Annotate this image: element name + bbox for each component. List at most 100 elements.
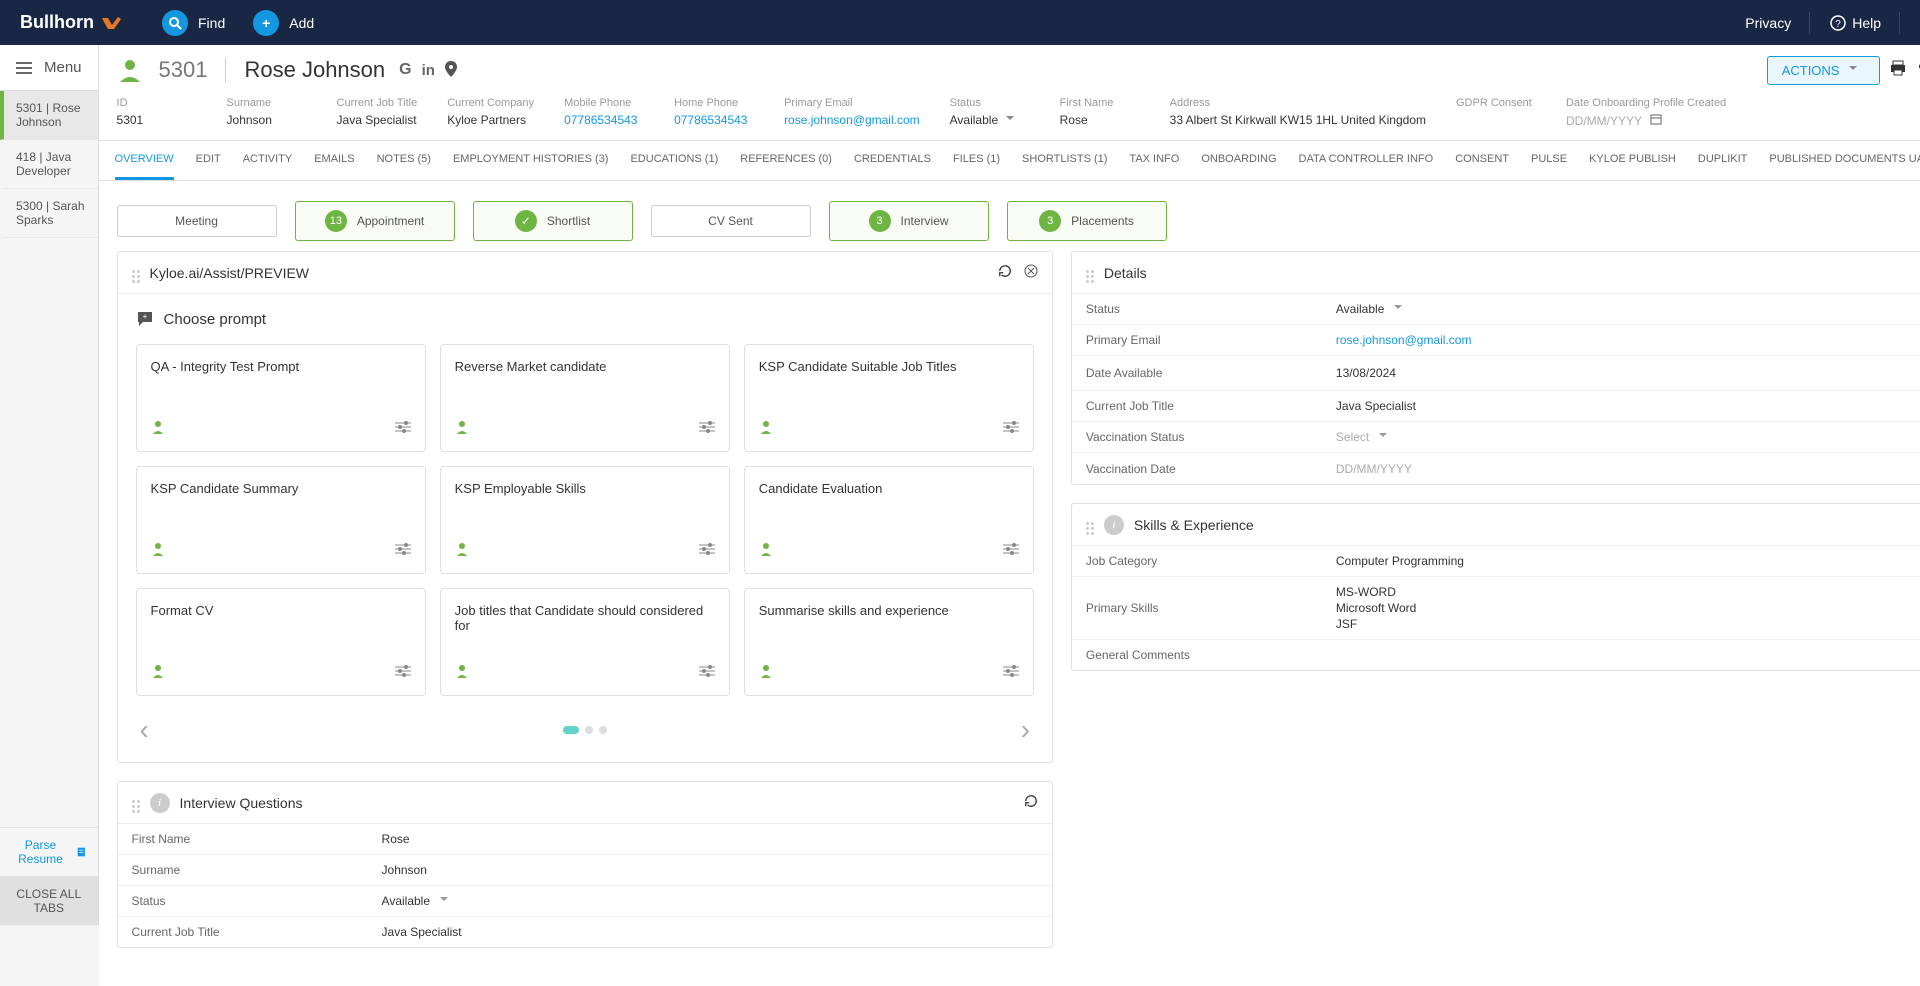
prompt-card[interactable]: Reverse Market candidate	[440, 344, 730, 452]
drag-handle-icon[interactable]	[1086, 514, 1094, 535]
kv-row[interactable]: StatusAvailable	[1072, 294, 1920, 325]
tab-employment[interactable]: EMPLOYMENT HISTORIES (3)	[453, 141, 608, 180]
tab-data-controller[interactable]: DATA CONTROLLER INFO	[1299, 141, 1434, 180]
prompt-card[interactable]: KSP Candidate Summary	[136, 466, 426, 574]
sliders-icon[interactable]	[1003, 543, 1019, 558]
drag-handle-icon[interactable]	[1086, 262, 1094, 283]
prompt-card[interactable]: QA - Integrity Test Prompt	[136, 344, 426, 452]
find-button[interactable]: Find	[162, 10, 225, 36]
location-icon[interactable]	[445, 61, 457, 80]
interview-title: Interview Questions	[180, 795, 1012, 811]
add-button[interactable]: + Add	[253, 10, 314, 36]
drag-handle-icon[interactable]	[132, 792, 140, 813]
page-dot[interactable]	[599, 726, 607, 734]
field-status[interactable]: StatusAvailable	[950, 97, 1030, 128]
close-panel-icon[interactable]	[1024, 264, 1038, 281]
privacy-link[interactable]: Privacy	[1745, 15, 1791, 31]
person-icon	[455, 542, 469, 559]
record-name: Rose Johnson	[244, 57, 385, 83]
tab-duplikit[interactable]: DUPLIKIT	[1698, 141, 1748, 180]
prompt-card[interactable]: Format CV	[136, 588, 426, 696]
prompt-card[interactable]: KSP Employable Skills	[440, 466, 730, 574]
tab-emails[interactable]: EMAILS	[314, 141, 354, 180]
tab-notes[interactable]: NOTES (5)	[377, 141, 431, 180]
refresh-icon[interactable]	[1024, 794, 1038, 811]
close-all-tabs-button[interactable]: CLOSE ALL TABS	[0, 876, 98, 925]
prompt-card[interactable]: Job titles that Candidate should conside…	[440, 588, 730, 696]
next-page-button[interactable]: ›	[1021, 714, 1030, 746]
refresh-icon[interactable]	[998, 264, 1012, 281]
stage-shortlist[interactable]: ✓Shortlist	[473, 201, 633, 241]
stage-placements[interactable]: 3Placements	[1007, 201, 1167, 241]
tab-educations[interactable]: EDUCATIONS (1)	[630, 141, 718, 180]
social-icons: G in	[399, 61, 457, 80]
linkedin-icon[interactable]: in	[422, 62, 435, 79]
tab-pulse[interactable]: PULSE	[1531, 141, 1567, 180]
tab-item[interactable]: 418 | Java Developer	[0, 140, 98, 189]
tab-files[interactable]: FILES (1)	[953, 141, 1000, 180]
stage-cv-sent[interactable]: CV Sent	[651, 205, 811, 237]
sliders-icon[interactable]	[699, 421, 715, 436]
tab-onboarding[interactable]: ONBOARDING	[1201, 141, 1276, 180]
primary-skills-list: MS-WORDMicrosoft WordJSF	[1336, 585, 1416, 631]
tab-published-docs[interactable]: PUBLISHED DOCUMENTS UA	[1769, 141, 1920, 180]
person-icon	[455, 664, 469, 681]
tab-activity[interactable]: ACTIVITY	[243, 141, 293, 180]
tab-consent[interactable]: CONSENT	[1455, 141, 1509, 180]
tab-item[interactable]: 5300 | Sarah Sparks	[0, 189, 98, 238]
topnav-right: Privacy ? Help	[1725, 12, 1900, 34]
sliders-icon[interactable]	[395, 421, 411, 436]
tab-tax[interactable]: TAX INFO	[1129, 141, 1179, 180]
stage-meeting[interactable]: Meeting	[117, 205, 277, 237]
bull-icon	[100, 14, 122, 32]
print-icon[interactable]	[1890, 60, 1906, 80]
field-surname: SurnameJohnson	[227, 97, 307, 128]
chevron-down-icon	[1849, 66, 1857, 74]
tab-kyloe-publish[interactable]: KYLOE PUBLISH	[1589, 141, 1676, 180]
page-dot-active[interactable]	[563, 726, 579, 734]
prompt-grid: QA - Integrity Test Prompt Reverse Marke…	[118, 336, 1052, 704]
menu-toggle[interactable]: Menu	[0, 45, 98, 91]
sliders-icon[interactable]	[699, 543, 715, 558]
tab-credentials[interactable]: CREDENTIALS	[854, 141, 931, 180]
sliders-icon[interactable]	[395, 665, 411, 680]
stage-interview[interactable]: 3Interview	[829, 201, 989, 241]
field-onboarding-date[interactable]: Date Onboarding Profile CreatedDD/MM/YYY…	[1566, 97, 1726, 128]
prompt-card[interactable]: KSP Candidate Suitable Job Titles	[744, 344, 1034, 452]
kv-row: SurnameJohnson	[118, 855, 1052, 886]
tab-item[interactable]: 5301 | Rose Johnson	[0, 91, 98, 140]
drag-handle-icon[interactable]	[132, 262, 140, 283]
sliders-icon[interactable]	[1003, 421, 1019, 436]
page-dot[interactable]	[585, 726, 593, 734]
tab-shortlists[interactable]: SHORTLISTS (1)	[1022, 141, 1107, 180]
hamburger-icon	[16, 62, 32, 74]
chevron-down-icon	[1006, 116, 1014, 124]
link-icon[interactable]	[1916, 60, 1920, 80]
svg-text:?: ?	[1835, 19, 1841, 30]
tab-references[interactable]: REFERENCES (0)	[740, 141, 832, 180]
nav-divider	[1809, 12, 1810, 34]
sliders-icon[interactable]	[395, 543, 411, 558]
person-icon	[151, 542, 165, 559]
sliders-icon[interactable]	[699, 665, 715, 680]
google-icon[interactable]: G	[399, 61, 411, 79]
prev-page-button[interactable]: ‹	[140, 714, 149, 746]
field-company: Current CompanyKyloe Partners	[447, 97, 534, 128]
prompt-card[interactable]: Summarise skills and experience	[744, 588, 1034, 696]
kv-row[interactable]: Vaccination DateDD/MM/YYYY	[1072, 453, 1920, 484]
add-label: Add	[289, 15, 314, 31]
nav-divider-2	[1899, 12, 1900, 34]
stage-appointment[interactable]: 13Appointment	[295, 201, 455, 241]
tab-overview[interactable]: OVERVIEW	[115, 141, 174, 180]
help-link[interactable]: ? Help	[1830, 15, 1881, 31]
prompt-pager: ‹ ›	[118, 704, 1052, 762]
actions-dropdown[interactable]: ACTIONS	[1767, 56, 1881, 85]
kv-row[interactable]: Vaccination StatusSelect	[1072, 422, 1920, 453]
stage-pipeline: Meeting 13Appointment ✓Shortlist CV Sent…	[99, 181, 1920, 251]
prompt-card[interactable]: Candidate Evaluation	[744, 466, 1034, 574]
sliders-icon[interactable]	[1003, 665, 1019, 680]
parse-resume-button[interactable]: Parse Resume	[0, 827, 98, 876]
kv-row[interactable]: Date Available13/08/2024×	[1072, 356, 1920, 391]
tab-edit[interactable]: EDIT	[196, 141, 221, 180]
kv-row[interactable]: StatusAvailable	[118, 886, 1052, 917]
